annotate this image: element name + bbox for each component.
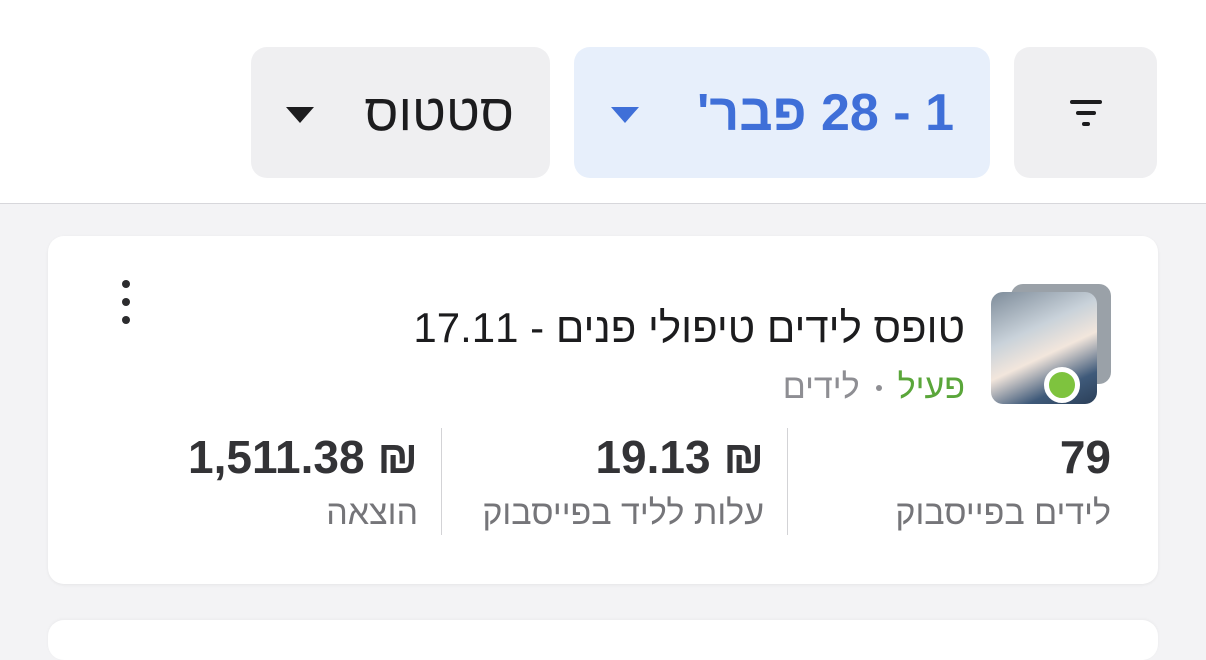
status-text: פעיל — [897, 368, 965, 406]
more-vertical-icon — [122, 280, 130, 288]
caret-down-icon — [611, 106, 640, 123]
separator-dot — [875, 384, 882, 391]
metric-divider — [787, 428, 788, 535]
caret-down-icon — [286, 106, 315, 123]
more-vertical-icon-dot — [122, 298, 130, 306]
metric-value: ₪ 19.13 — [595, 431, 764, 483]
metric-leads: 79 לידים בפייסבוק — [895, 426, 1111, 536]
filter-button[interactable] — [1014, 47, 1157, 178]
date-range-label: 1 - 28 פבר' — [697, 83, 954, 142]
status-indicator-dot — [1044, 367, 1080, 403]
next-campaign-card[interactable] — [48, 620, 1158, 660]
campaign-card[interactable]: טופס לידים טיפולי פנים - 17.11 פעיל לידי… — [48, 236, 1158, 584]
metric-divider — [441, 428, 442, 535]
status-dropdown[interactable]: סטטוס — [251, 47, 550, 178]
metric-label: עלות לליד בפייסבוק — [482, 494, 764, 532]
metric-label: הוצאה — [326, 494, 418, 532]
more-options-button[interactable] — [108, 280, 144, 324]
metric-value: ₪ 1,511.38 — [188, 431, 418, 483]
campaign-title[interactable]: טופס לידים טיפולי פנים - 17.11 — [413, 304, 965, 352]
metric-cost-per-lead: ₪ 19.13 עלות לליד בפייסבוק — [482, 426, 764, 536]
filter-icon — [1069, 99, 1102, 126]
status-dropdown-label: סטטוס — [364, 83, 514, 142]
filter-toolbar: 1 - 28 פבר' סטטוס — [0, 0, 1206, 204]
metric-value: 79 — [1059, 431, 1111, 483]
more-vertical-icon-dot — [122, 316, 130, 324]
metric-spend: ₪ 1,511.38 הוצאה — [188, 426, 418, 536]
date-range-dropdown[interactable]: 1 - 28 פבר' — [574, 47, 990, 178]
campaign-meta: פעיל לידים — [783, 368, 965, 407]
metric-label: לידים בפייסבוק — [895, 494, 1111, 532]
campaign-type: לידים — [782, 368, 860, 406]
